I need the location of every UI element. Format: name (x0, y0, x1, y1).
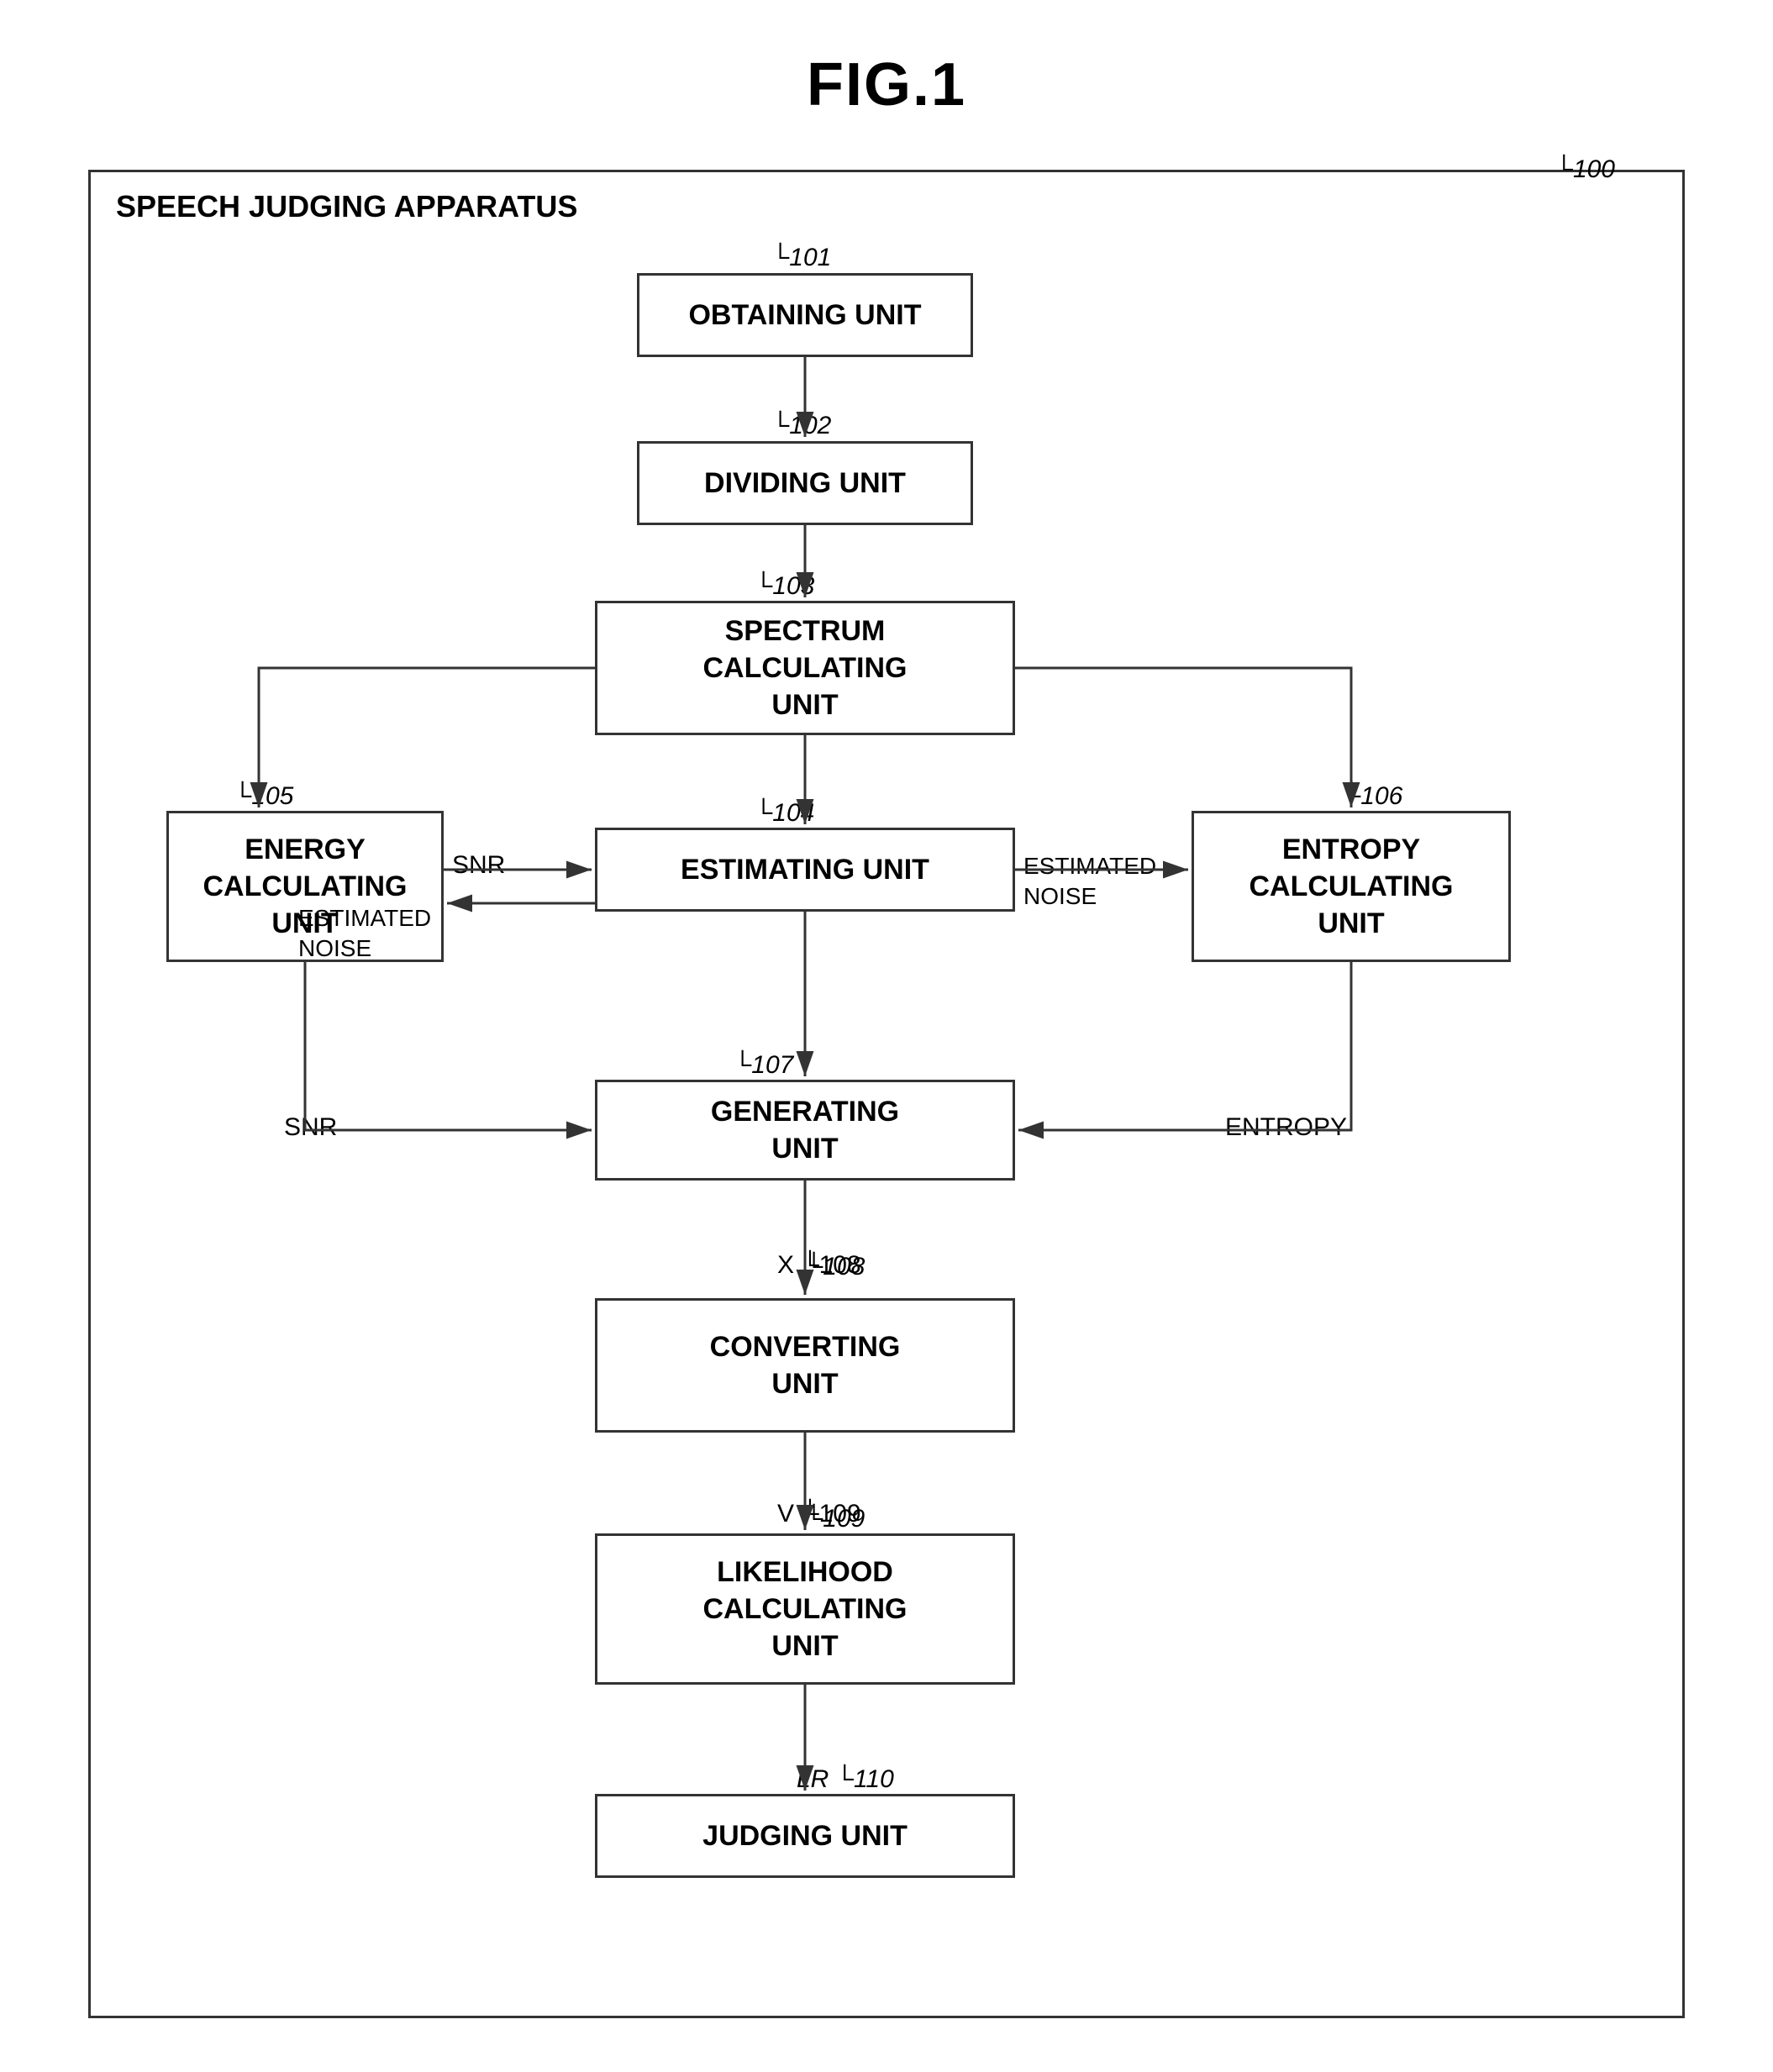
snr-label-1: SNR (452, 851, 505, 880)
block-entropy: ENTROPY CALCULATING UNIT (1192, 811, 1511, 962)
ref-104: └104 (755, 799, 814, 828)
block-obtaining: OBTAINING UNIT (637, 273, 973, 357)
page-title: FIG.1 (807, 50, 966, 119)
apparatus-label: SPEECH JUDGING APPARATUS (116, 189, 577, 224)
estimated-noise-label-2: ESTIMATED NOISE (1023, 851, 1156, 912)
v-label: V └109 (777, 1500, 861, 1528)
ref-110: LR └110 (797, 1765, 894, 1794)
ref-100: └100 (1555, 155, 1615, 184)
ref-103: └103 (755, 572, 814, 601)
block-spectrum: SPECTRUM CALCULATING UNIT (595, 601, 1015, 735)
ref-102: └102 (771, 412, 831, 440)
x-label: X └108 (777, 1251, 861, 1280)
block-generating: GENERATING UNIT (595, 1080, 1015, 1181)
entropy-label: ENTROPY (1225, 1113, 1347, 1142)
block-converting: CONVERTING UNIT (595, 1298, 1015, 1433)
outer-container: └100 SPEECH JUDGING APPARATUS OBTAINING … (88, 170, 1685, 2018)
ref-101: └101 (771, 244, 831, 272)
ref-107: └107 (734, 1051, 793, 1080)
ref-106: └106 (1343, 782, 1402, 811)
estimated-noise-label-1: ESTIMATED NOISE (298, 903, 431, 965)
block-estimating: ESTIMATING UNIT (595, 828, 1015, 912)
block-likelihood: LIKELIHOOD CALCULATING UNIT (595, 1533, 1015, 1685)
block-dividing: DIVIDING UNIT (637, 441, 973, 525)
ref-105: └105 (234, 782, 293, 811)
block-judging: JUDGING UNIT (595, 1794, 1015, 1878)
snr-label-2: SNR (284, 1113, 337, 1142)
